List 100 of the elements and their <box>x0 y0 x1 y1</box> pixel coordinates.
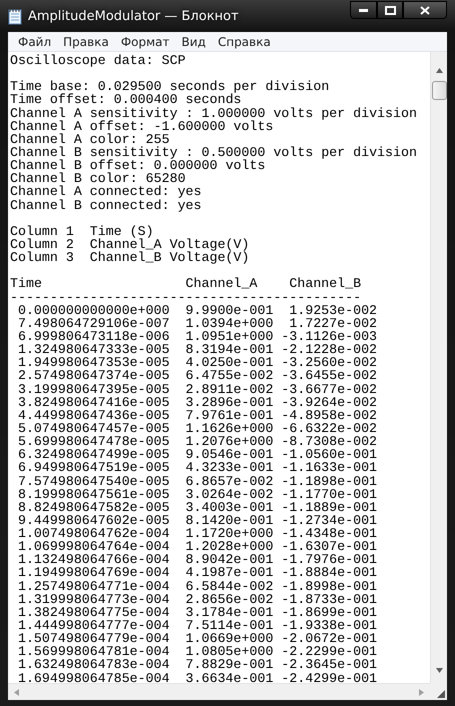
table-cell: 3.1784e-001 <box>186 604 274 620</box>
table-cell: 1.507498064779e-004 <box>18 631 170 646</box>
menu-item[interactable]: Файл <box>12 34 58 48</box>
table-cell: -3.1126e-003 <box>281 328 378 344</box>
table-cell: -2.0672e-001 <box>281 631 378 646</box>
maximize-icon <box>384 6 396 14</box>
window-title: AmplitudeModulator — Блокнот <box>28 8 240 24</box>
table-cell: -1.0560e-001 <box>281 447 378 462</box>
table-cell: 8.3194e-001 <box>186 342 274 358</box>
table-cell: 1.324980647333e-005 <box>18 342 170 358</box>
table-cell: 8.1420e-001 <box>186 512 274 528</box>
table-cell: 9.9900e-001 <box>186 302 274 318</box>
table-cell: 2.574980647374e-005 <box>18 368 170 384</box>
table-cell: 2.8656e-002 <box>186 592 274 607</box>
close-button[interactable] <box>403 1 447 19</box>
text-line: Channel A color: 255 <box>10 132 170 146</box>
table-cell: 4.3233e-001 <box>186 460 274 476</box>
menu-item[interactable]: Справка <box>212 34 277 48</box>
table-cell: -1.1898e-001 <box>281 474 378 488</box>
table-cell: 1.7227e-002 <box>289 316 378 331</box>
table-cell: 1.9253e-002 <box>289 302 378 318</box>
table-cell: 5.699980647478e-005 <box>18 434 170 450</box>
table-cell: -3.6677e-002 <box>281 382 378 397</box>
table-cell: -1.8998e-001 <box>281 578 378 594</box>
table-cell: 6.8657e-002 <box>186 474 274 488</box>
column-label: Column 2 <box>10 238 75 252</box>
menu-item[interactable]: Формат <box>114 34 176 48</box>
notepad-icon <box>8 8 22 25</box>
table-cell: 8.9042e-001 <box>186 552 274 568</box>
table-cell: 1.007498064762e-004 <box>18 526 170 542</box>
table-cell: 7.8829e-001 <box>186 657 274 672</box>
table-cell: 3.0264e-002 <box>186 486 274 502</box>
table-cell: -1.1770e-001 <box>281 486 378 502</box>
table-cell: -4.8958e-002 <box>281 408 378 423</box>
table-cell: -3.9264e-002 <box>281 394 378 410</box>
table-cell: -2.3645e-001 <box>281 657 378 672</box>
text-line: Channel B offset: 0.000000 volts <box>10 159 266 172</box>
menu-item[interactable]: Правка <box>57 34 115 48</box>
table-cell: -2.4299e-001 <box>281 670 378 683</box>
minimize-button[interactable] <box>350 1 377 19</box>
table-cell: 1.0805e+000 <box>186 644 274 660</box>
table-cell: 3.2896e-001 <box>186 394 274 410</box>
table-cell: 1.0394e+000 <box>186 316 274 331</box>
table-cell: -2.1228e-002 <box>281 342 378 358</box>
table-cell: 6.324980647499e-005 <box>18 447 170 462</box>
column-label: Column 3 <box>10 251 75 264</box>
table-cell: 0.000000000000e+000 <box>18 302 170 318</box>
table-cell: 3.199980647395e-005 <box>18 382 170 397</box>
column-name: Time (S) <box>90 224 154 238</box>
table-cell: -6.6322e-002 <box>281 420 378 436</box>
table-cell: -1.8733e-001 <box>281 592 378 607</box>
column-header: Time <box>10 276 42 292</box>
table-cell: 1.444998064777e-004 <box>18 618 170 634</box>
table-cell: -1.2734e-001 <box>281 512 378 528</box>
table-cell: -3.2560e-002 <box>281 355 378 370</box>
table-cell: 1.694998064785e-004 <box>18 670 170 683</box>
table-cell: 4.0250e-001 <box>186 355 274 370</box>
menu-item[interactable]: Вид <box>176 34 212 48</box>
table-cell: 6.4755e-002 <box>186 368 274 384</box>
table-cell: 9.0546e-001 <box>186 447 274 462</box>
table-cell: -2.2299e-001 <box>281 644 378 660</box>
table-cell: 4.449980647436e-005 <box>18 408 170 423</box>
table-cell: 1.0951e+000 <box>186 328 274 344</box>
column-label: Column 1 <box>10 224 75 238</box>
text-line: Channel A sensitivity : 1.000000 volts per division <box>10 106 417 120</box>
table-cell: 1.382498064775e-004 <box>18 604 170 620</box>
scroll-up-icon[interactable] <box>436 68 442 73</box>
table-cell: 7.498064729106e-007 <box>18 316 170 331</box>
scrollbar-thumb[interactable] <box>432 81 446 100</box>
table-cell: 5.074980647457e-005 <box>18 420 170 436</box>
table-cell: -1.8699e-001 <box>281 604 378 620</box>
minimize-icon <box>359 8 368 12</box>
table-cell: 7.5114e-001 <box>186 618 274 634</box>
table-cell: 1.069998064764e-004 <box>18 539 170 554</box>
column-header: Channel_B <box>289 277 362 291</box>
table-cell: 4.1987e-001 <box>186 565 274 580</box>
text-line: Channel A offset: -1.600000 volts <box>10 120 274 133</box>
scroll-down-icon[interactable] <box>436 668 442 673</box>
table-cell: 7.9761e-001 <box>186 408 274 423</box>
table-cell: 8.824980647582e-005 <box>18 500 170 515</box>
table-cell: -1.9338e-001 <box>281 618 378 634</box>
table-cell: -8.7308e-002 <box>281 434 378 450</box>
table-cell: 6.5844e-002 <box>186 578 274 594</box>
table-cell: 1.319998064773e-004 <box>18 592 170 607</box>
maximize-button[interactable] <box>377 1 403 19</box>
column-name: Channel_B Voltage(V) <box>90 251 250 264</box>
table-cell: 1.569998064781e-004 <box>18 644 170 660</box>
table-cell: 1.2028e+000 <box>186 539 274 554</box>
table-cell: 6.999806473118e-006 <box>18 328 170 344</box>
table-cell: 1.1626e+000 <box>186 420 274 436</box>
table-cell: 1.194998064769e-004 <box>18 565 170 580</box>
table-cell: 3.4003e-001 <box>186 500 274 515</box>
text-line: Time base: 0.029500 seconds per division <box>10 80 330 94</box>
table-cell: -1.8884e-001 <box>281 565 378 580</box>
column-header: Channel_A <box>186 276 258 292</box>
table-cell: 9.449980647602e-005 <box>18 512 170 528</box>
table-cell: -1.4348e-001 <box>281 526 378 542</box>
text-line: Time offset: 0.000400 seconds <box>10 93 242 107</box>
close-icon <box>420 6 430 14</box>
resize-grip-icon[interactable] <box>437 690 445 698</box>
